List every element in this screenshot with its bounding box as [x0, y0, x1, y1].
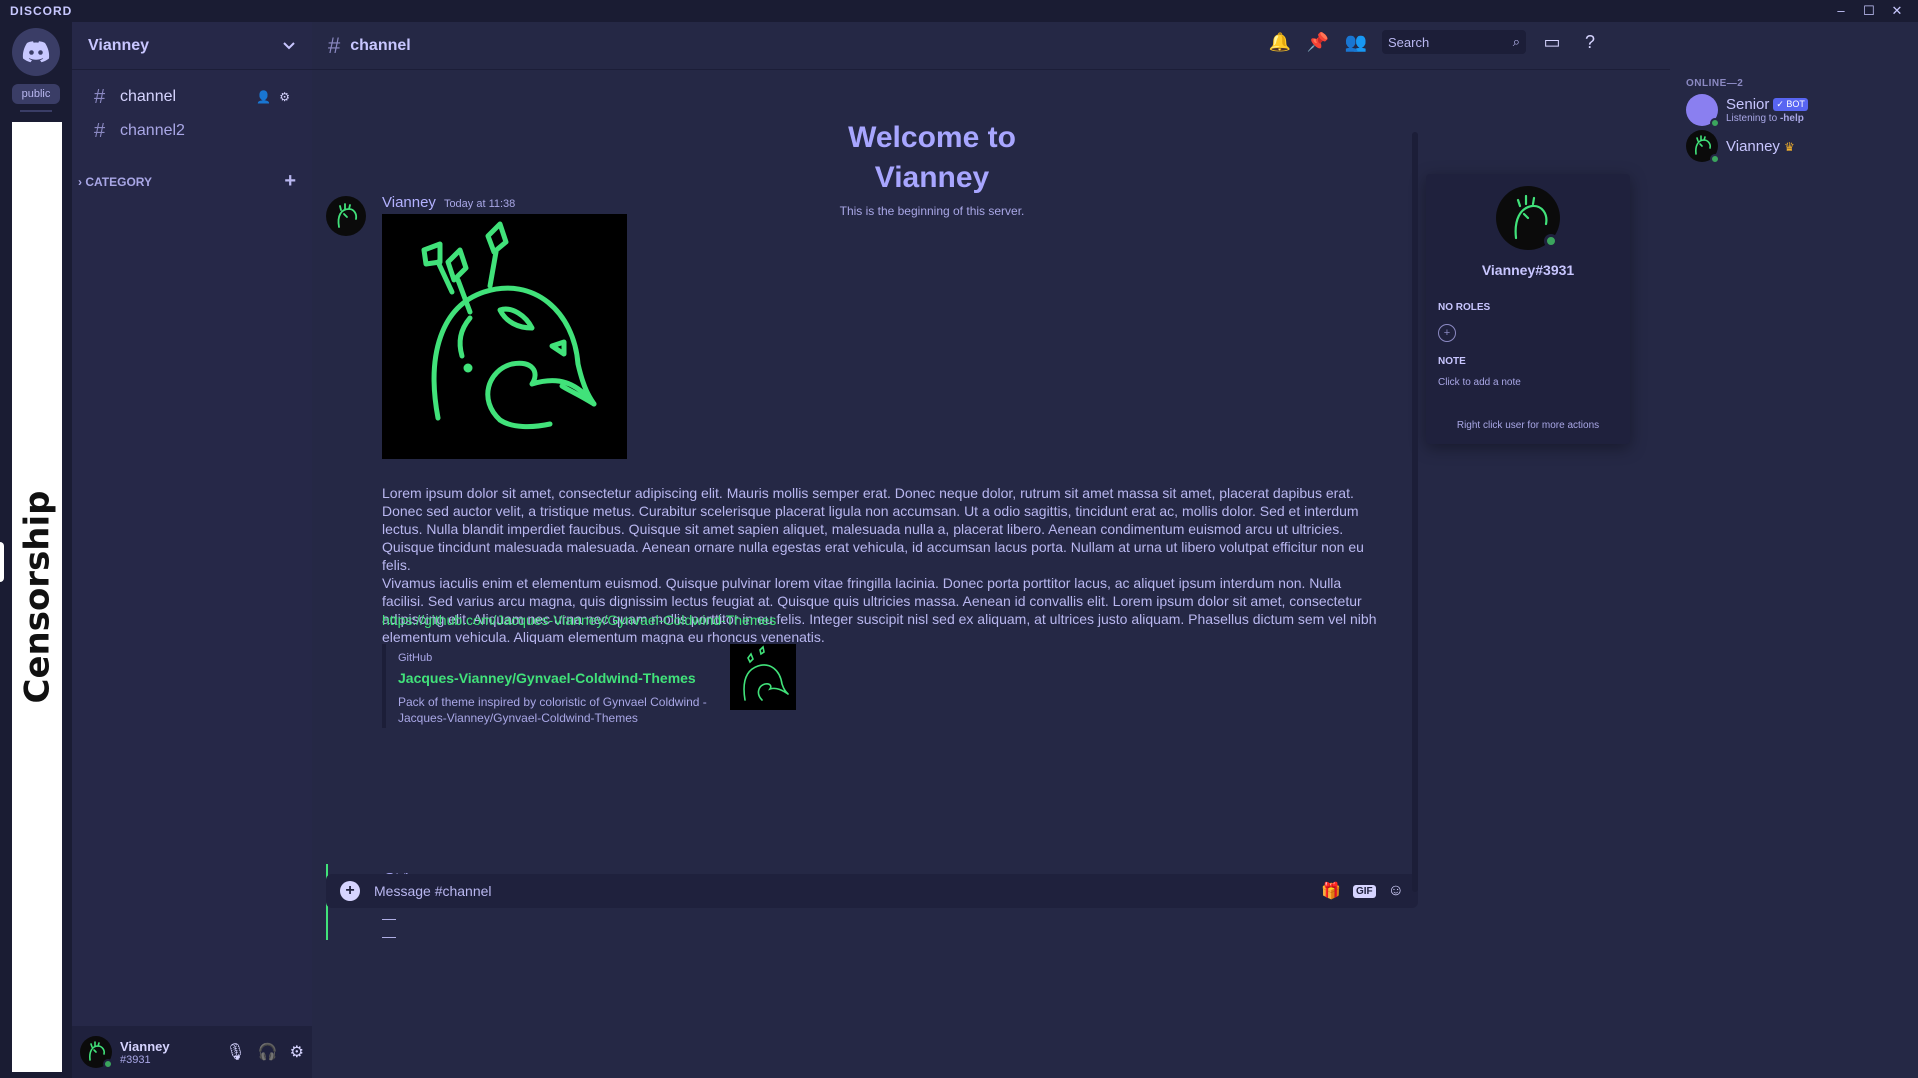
- avatar: [1686, 130, 1720, 164]
- guild-separator: [20, 110, 52, 112]
- guild-banner[interactable]: Censorship: [12, 122, 62, 1072]
- welcome-block: Welcome to Vianney This is the beginning…: [812, 118, 1052, 218]
- online-status-icon: [103, 1059, 113, 1069]
- member-senior[interactable]: Senior ✓ BOT Listening to -help: [1686, 94, 1808, 128]
- selected-guild-indicator: [0, 542, 4, 582]
- message-timestamp: Today at 11:38: [443, 198, 516, 210]
- search-placeholder: Search: [1388, 34, 1430, 50]
- embed-provider: GitHub: [398, 652, 433, 664]
- pin-icon[interactable]: 📌: [1306, 32, 1330, 53]
- embed-description: Pack of theme inspired by coloristic of …: [398, 695, 707, 725]
- server-name: Vianney: [88, 36, 150, 54]
- popout-hint: Right click user for more actions: [1456, 420, 1600, 431]
- channel-name: channel2: [120, 122, 185, 139]
- gear-icon[interactable]: ⚙: [279, 90, 290, 104]
- message-input[interactable]: Message #channel: [374, 883, 1321, 899]
- welcome-title: Welcome to Vianney: [848, 121, 1016, 194]
- member-name: Vianney: [1726, 137, 1780, 155]
- hash-icon: #: [328, 32, 341, 58]
- channel-sidebar: Vianney # channel 👤 ⚙ # channel2 › CATEG…: [72, 22, 312, 1078]
- header-toolbar: 🔔 📌 👥 Search ⌕ ▭ ?: [1268, 30, 1602, 54]
- guild-banner-text: Censorship: [17, 490, 58, 704]
- discord-logo-icon: [22, 41, 50, 63]
- note-input[interactable]: Click to add a note: [1438, 377, 1521, 388]
- online-status-icon: [1710, 154, 1720, 164]
- crown-icon: ♛: [1783, 139, 1795, 154]
- embed-thumbnail[interactable]: [730, 644, 796, 710]
- channel-name: channel: [120, 88, 177, 105]
- emoji-icon[interactable]: ☺: [1388, 882, 1404, 900]
- member-status: Listening to: [1726, 113, 1780, 124]
- embed-title[interactable]: Jacques-Vianney/Gynvael-Coldwind-Themes: [398, 670, 696, 686]
- message-author[interactable]: Vianney: [382, 194, 436, 211]
- server-header[interactable]: Vianney: [72, 22, 312, 70]
- online-group-label: ONLINE—2: [1686, 78, 1744, 89]
- message-list[interactable]: Welcome to Vianney This is the beginning…: [312, 70, 1670, 1020]
- maximize-icon[interactable]: ☐: [1860, 3, 1878, 19]
- hash-icon: #: [94, 119, 106, 142]
- popout-username: Vianney#3931: [1481, 262, 1575, 278]
- image-attachment[interactable]: [382, 214, 627, 459]
- members-icon[interactable]: 👥: [1344, 32, 1368, 53]
- app-brand: DISCORD: [10, 4, 73, 18]
- user-settings-gear-icon[interactable]: ⚙: [290, 1042, 304, 1062]
- public-badge[interactable]: public: [12, 84, 60, 104]
- member-list: ONLINE—2 Senior ✓ BOT Listening to -help …: [1670, 70, 1918, 1078]
- channel-item-channel2[interactable]: # channel2: [80, 114, 304, 148]
- message-composer[interactable]: + Message #channel 🎁 GIF ☺: [326, 874, 1418, 908]
- note-label: NOTE: [1438, 356, 1466, 367]
- category-header[interactable]: › CATEGORY +: [72, 170, 312, 193]
- close-icon[interactable]: ✕: [1888, 3, 1906, 19]
- search-icon: ⌕: [1512, 34, 1520, 49]
- chat-area: # channel Welcome to Vianney This is the…: [312, 22, 1670, 1078]
- invite-icon[interactable]: 👤: [256, 90, 271, 104]
- guild-rail: public Censorship: [0, 22, 72, 1078]
- upload-plus-icon[interactable]: +: [340, 881, 360, 901]
- welcome-subtitle: This is the beginning of this server.: [839, 204, 1025, 218]
- bot-badge: ✓ BOT: [1773, 98, 1808, 111]
- member-vianney[interactable]: Vianney ♛: [1686, 130, 1795, 164]
- chevron-right-icon: ›: [78, 174, 82, 189]
- online-status-icon: [1710, 118, 1720, 128]
- member-status-activity: -help: [1779, 113, 1804, 124]
- member-name: Senior: [1726, 96, 1770, 113]
- add-role-icon[interactable]: +: [1438, 324, 1456, 342]
- user-panel: Vianney #3931 🎙 🎧 ⚙: [72, 1026, 312, 1078]
- online-status-icon: [1544, 234, 1558, 248]
- add-channel-icon[interactable]: +: [284, 170, 296, 193]
- avatar[interactable]: [80, 1036, 113, 1069]
- window-controls: – ☐ ✕: [1832, 3, 1918, 19]
- roles-label: NO ROLES: [1438, 302, 1491, 313]
- hash-icon: #: [94, 85, 106, 108]
- help-icon[interactable]: ?: [1578, 32, 1602, 53]
- gift-icon[interactable]: 🎁: [1321, 881, 1341, 901]
- deafen-icon[interactable]: 🎧: [258, 1042, 278, 1062]
- user-name: Vianney: [120, 1038, 170, 1054]
- link-embed: GitHub Jacques-Vianney/Gynvael-Coldwind-…: [382, 644, 796, 728]
- message-avatar[interactable]: [326, 196, 366, 236]
- gif-button[interactable]: GIF: [1352, 884, 1376, 898]
- bell-icon[interactable]: 🔔: [1268, 32, 1292, 53]
- chevron-down-icon: [283, 41, 295, 49]
- category-label: CATEGORY: [85, 174, 153, 189]
- channel-item-channel[interactable]: # channel 👤 ⚙: [80, 80, 304, 114]
- message-link[interactable]: https://github.com/Jacques-Vianney/Gynva…: [382, 612, 776, 628]
- peacock-logo-icon: [421, 221, 597, 430]
- dash-line: —: [382, 928, 396, 944]
- avatar: [1686, 94, 1720, 128]
- message-paragraph-1: Lorem ipsum dolor sit amet, consectetur …: [382, 485, 1364, 573]
- user-tag: #3931: [120, 1053, 151, 1066]
- home-button[interactable]: [12, 28, 60, 76]
- minimize-icon[interactable]: –: [1832, 3, 1850, 19]
- title-bar: DISCORD – ☐ ✕: [0, 0, 1918, 22]
- mute-icon[interactable]: 🎙: [225, 1042, 245, 1062]
- user-popout: Vianney#3931 NO ROLES + NOTE Click to ad…: [1426, 174, 1630, 444]
- dash-line: —: [382, 910, 396, 926]
- scrollbar[interactable]: [1412, 132, 1418, 892]
- inbox-icon[interactable]: ▭: [1540, 32, 1564, 53]
- message-paragraph-2: Vivamus iaculis enim et elementum euismo…: [382, 575, 1377, 645]
- search-input[interactable]: Search ⌕: [1382, 30, 1526, 54]
